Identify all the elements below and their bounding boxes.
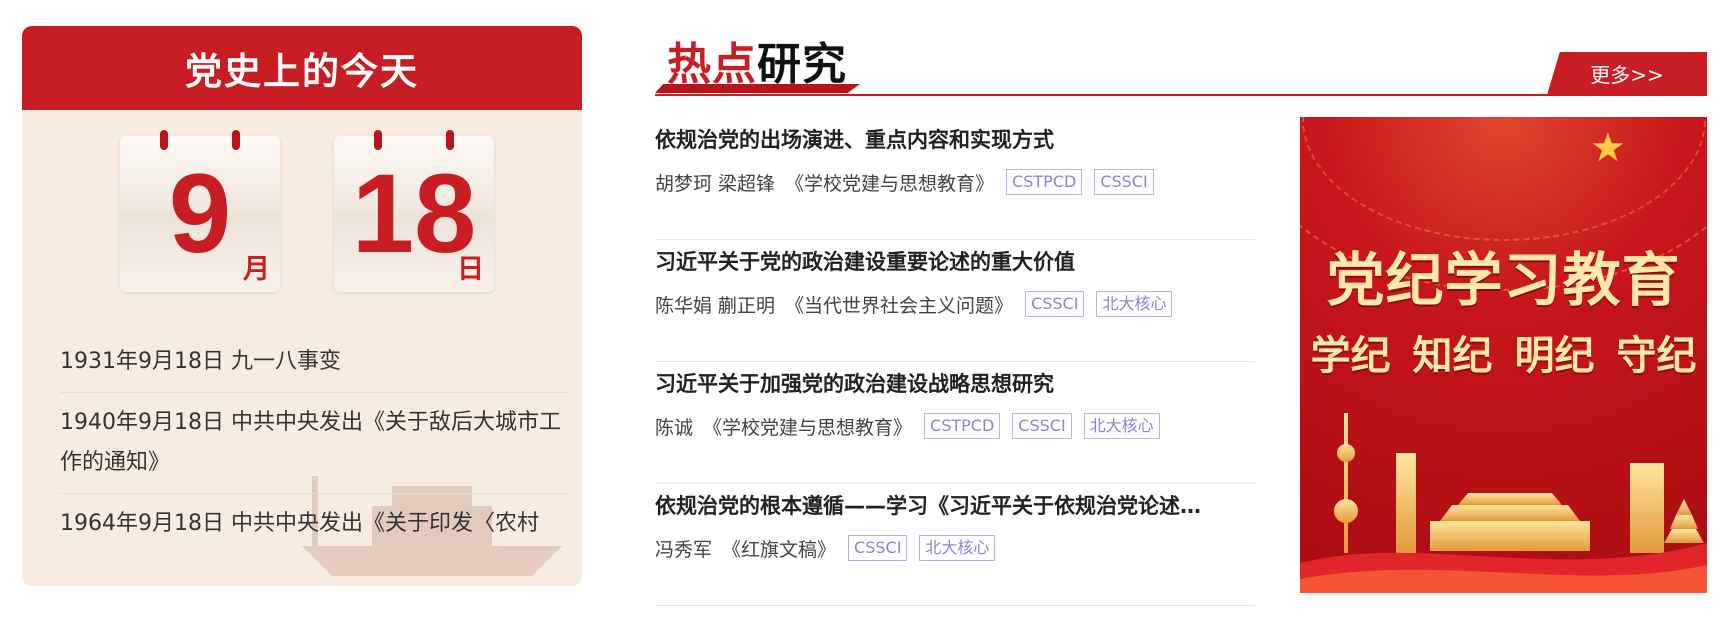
- article-item: 依规治党的根本遵循——学习《习近平关于依规治党论述… 冯秀军 《红旗文稿》 CS…: [655, 484, 1255, 606]
- banner-subtitle: 学纪 知纪 明纪 守纪: [1310, 333, 1697, 379]
- article-meta: 冯秀军 《红旗文稿》 CSSCI 北大核心: [655, 528, 1255, 568]
- article-meta: 陈华娟 蒯正明 《当代世界社会主义问题》 CSSCI 北大核心: [655, 284, 1255, 324]
- article-meta: 陈诚 《学校党建与思想教育》 CSTPCD CSSCI 北大核心: [655, 406, 1255, 446]
- calendar-ring-icon: [232, 130, 240, 150]
- star-icon: ★: [1590, 125, 1626, 171]
- calendar-ring-icon: [374, 130, 382, 150]
- calendar-ring-icon: [160, 130, 168, 150]
- article-journal: 《当代世界社会主义问题》: [785, 294, 1014, 317]
- history-event-item[interactable]: 1964年9月18日 中共中央发出《关于印发〈农村: [60, 494, 570, 554]
- section-title-rest: 研究: [757, 39, 847, 90]
- index-tag: 北大核心: [1096, 291, 1173, 317]
- article-title-link[interactable]: 依规治党的根本遵循——学习《习近平关于依规治党论述…: [655, 486, 1255, 526]
- index-tag: CSTPCD: [924, 413, 1001, 439]
- history-event-item[interactable]: 1940年9月18日 中共中央发出《关于敌后大城市工作的通知》: [60, 393, 570, 494]
- banner-title: 党纪学习教育: [1326, 246, 1681, 314]
- city-skyline-icon: [1300, 413, 1707, 593]
- article-list: 依规治党的出场演进、重点内容和实现方式 胡梦珂 梁超锋 《学校党建与思想教育》 …: [655, 118, 1255, 606]
- article-item: 习近平关于加强党的政治建设战略思想研究 陈诚 《学校党建与思想教育》 CSTPC…: [655, 362, 1255, 484]
- more-button[interactable]: 更多>>: [1547, 52, 1707, 95]
- index-tag: CSTPCD: [1006, 169, 1083, 195]
- hot-research-header: 热点研究 更多>>: [655, 24, 1707, 96]
- article-title-link[interactable]: 习近平关于加强党的政治建设战略思想研究: [655, 364, 1255, 404]
- today-body: 9 月 18 日 1931年9月18日 九一八事变 1940年9月18日 中共中…: [22, 110, 582, 586]
- index-tag: CSSCI: [848, 535, 908, 561]
- calendar-day-unit: 日: [457, 254, 484, 285]
- title-underline: [655, 84, 860, 93]
- index-tag: CSSCI: [1025, 291, 1085, 317]
- article-item: 依规治党的出场演进、重点内容和实现方式 胡梦珂 梁超锋 《学校党建与思想教育》 …: [655, 118, 1255, 240]
- section-title: 热点研究: [667, 28, 847, 92]
- calendar-day-page: 18 日: [334, 130, 494, 292]
- article-journal: 《学校党建与思想教育》: [785, 172, 995, 195]
- article-authors: 陈华娟 蒯正明: [655, 294, 776, 317]
- article-meta: 胡梦珂 梁超锋 《学校党建与思想教育》 CSTPCD CSSCI: [655, 162, 1255, 202]
- article-item: 习近平关于党的政治建设重要论述的重大价值 陈华娟 蒯正明 《当代世界社会主义问题…: [655, 240, 1255, 362]
- article-journal: 《学校党建与思想教育》: [703, 416, 913, 439]
- index-tag: 北大核心: [1083, 413, 1160, 439]
- today-title: 党史上的今天: [22, 26, 582, 110]
- calendar-month-unit: 月: [243, 254, 270, 285]
- index-tag: CSSCI: [1094, 169, 1154, 195]
- index-tag: 北大核心: [919, 535, 996, 561]
- article-authors: 胡梦珂 梁超锋: [655, 172, 776, 195]
- index-tag: CSSCI: [1012, 413, 1072, 439]
- article-authors: 冯秀军: [655, 538, 713, 561]
- section-title-highlight: 热点: [667, 39, 757, 90]
- article-authors: 陈诚: [655, 416, 694, 439]
- today-in-history-card: 党史上的今天 9 月 18 日 1931年9月18日 九一八事变 1940年9月…: [22, 26, 582, 586]
- calendar-month-page: 9 月: [120, 130, 280, 292]
- calendar-date: 9 月 18 日: [120, 130, 494, 292]
- history-event-list: 1931年9月18日 九一八事变 1940年9月18日 中共中央发出《关于敌后大…: [60, 332, 570, 554]
- discipline-education-banner[interactable]: ★ 党纪学习教育 学纪 知纪 明纪 守纪: [1300, 117, 1707, 593]
- calendar-ring-icon: [446, 130, 454, 150]
- article-title-link[interactable]: 习近平关于党的政治建设重要论述的重大价值: [655, 242, 1255, 282]
- history-event-item[interactable]: 1931年9月18日 九一八事变: [60, 332, 570, 393]
- article-title-link[interactable]: 依规治党的出场演进、重点内容和实现方式: [655, 120, 1255, 160]
- article-journal: 《红旗文稿》: [722, 538, 837, 561]
